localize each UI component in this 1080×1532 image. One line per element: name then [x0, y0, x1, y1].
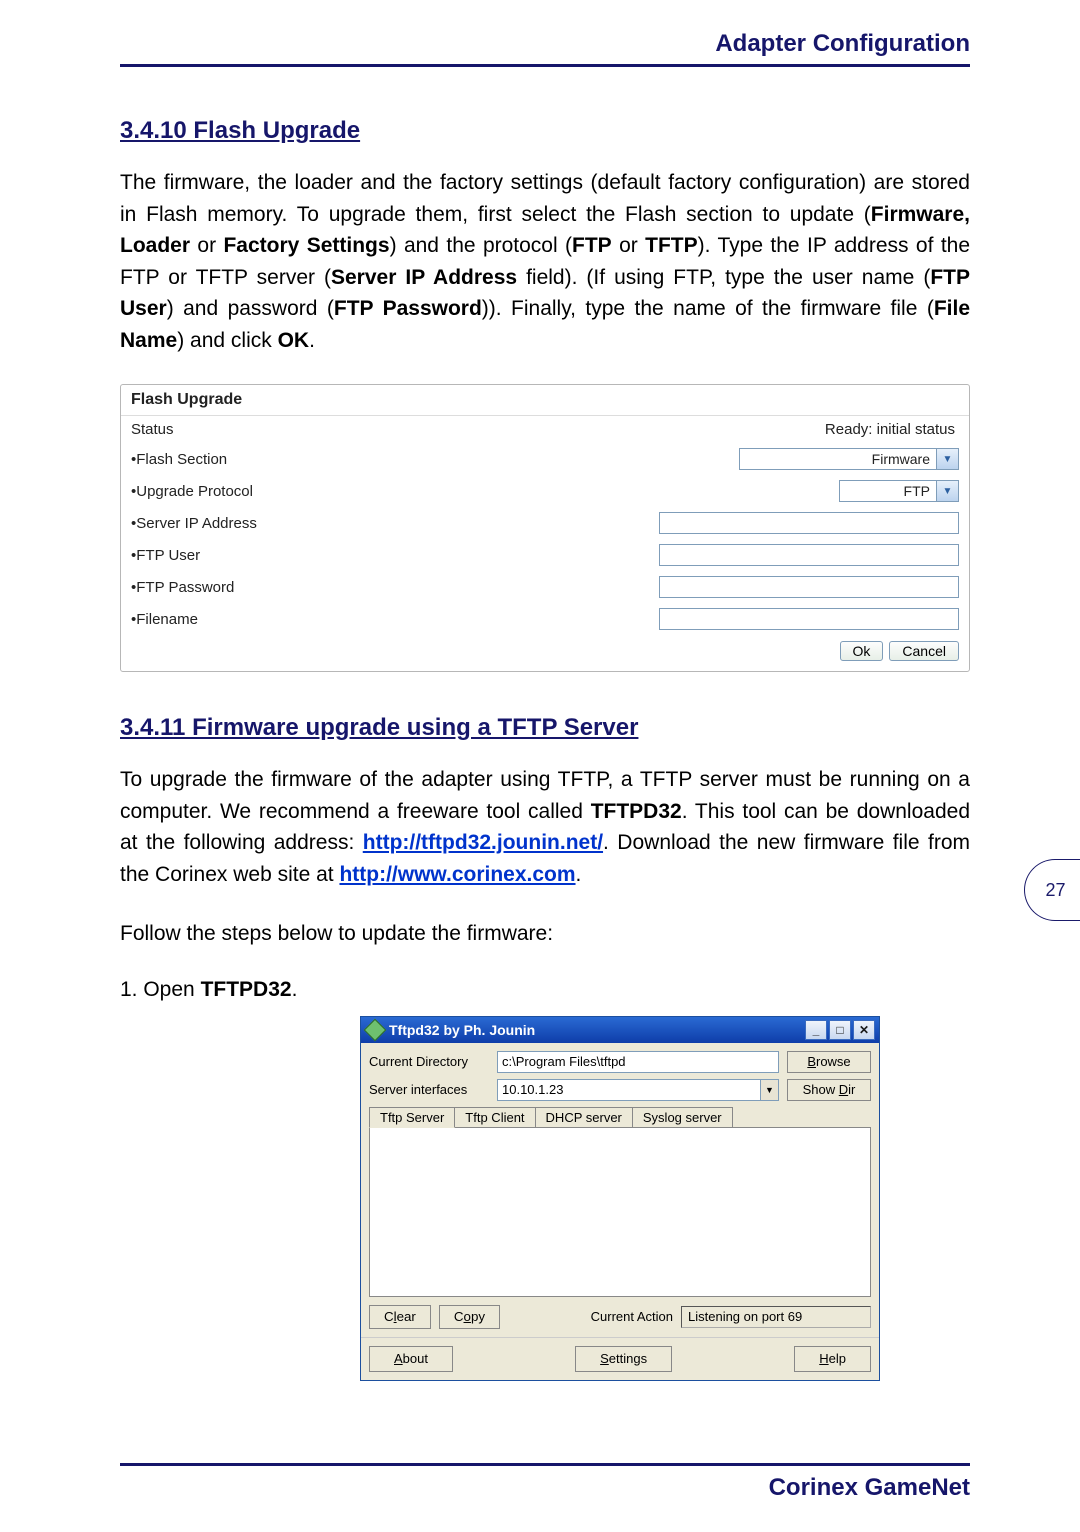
label-server-interfaces: Server interfaces: [369, 1082, 489, 1097]
chevron-down-icon: ▼: [936, 449, 958, 469]
about-button[interactable]: About: [369, 1346, 453, 1372]
chevron-down-icon: ▼: [760, 1080, 778, 1100]
cancel-button[interactable]: Cancel: [889, 641, 959, 661]
row-ftp-user: •FTP User: [121, 539, 969, 571]
minimize-button[interactable]: _: [805, 1020, 827, 1040]
label-current-action: Current Action: [591, 1309, 673, 1324]
filename-input[interactable]: [659, 608, 959, 630]
row-upgrade-protocol: •Upgrade Protocol FTP ▼: [121, 475, 969, 507]
maximize-button[interactable]: □: [829, 1020, 851, 1040]
browse-button[interactable]: Browse: [787, 1051, 871, 1073]
tab-tftp-client[interactable]: Tftp Client: [454, 1107, 535, 1127]
label-ftp-user: •FTP User: [131, 547, 200, 564]
value-status: Ready: initial status: [174, 421, 959, 438]
clear-button[interactable]: Clear: [369, 1305, 431, 1329]
label-upgrade-protocol: •Upgrade Protocol: [131, 483, 253, 500]
tab-syslog-server[interactable]: Syslog server: [632, 1107, 733, 1127]
flash-section-select[interactable]: Firmware ▼: [739, 448, 959, 470]
ok-button[interactable]: Ok: [840, 641, 884, 661]
section-heading-tftp: 3.4.11 Firmware upgrade using a TFTP Ser…: [120, 714, 970, 742]
server-interfaces-select[interactable]: 10.10.1.23 ▼: [497, 1079, 779, 1101]
chevron-down-icon: ▼: [936, 481, 958, 501]
label-status: Status: [131, 421, 174, 438]
help-button[interactable]: Help: [794, 1346, 871, 1372]
window-title: Tftpd32 by Ph. Jounin: [389, 1022, 803, 1038]
tab-dhcp-server[interactable]: DHCP server: [535, 1107, 633, 1127]
label-server-ip: •Server IP Address: [131, 515, 257, 532]
flash-section-value: Firmware: [740, 451, 936, 467]
upgrade-protocol-value: FTP: [840, 483, 936, 499]
ftp-password-input[interactable]: [659, 576, 959, 598]
step-1: 1. Open TFTPD32.: [120, 978, 970, 1002]
tabstrip: Tftp Server Tftp Client DHCP server Sysl…: [369, 1107, 871, 1127]
upgrade-protocol-select[interactable]: FTP ▼: [839, 480, 959, 502]
copy-button[interactable]: Copy: [439, 1305, 500, 1329]
row-filename: •Filename: [121, 603, 969, 635]
current-action-field: Listening on port 69: [681, 1306, 871, 1328]
show-dir-button[interactable]: Show Dir: [787, 1079, 871, 1101]
link-tftpd32[interactable]: http://tftpd32.jounin.net/: [363, 831, 603, 854]
flash-panel-title: Flash Upgrade: [121, 385, 969, 416]
tftpd32-screenshot: Tftpd32 by Ph. Jounin _ □ ✕ Current Dire…: [120, 1016, 970, 1381]
label-current-directory: Current Directory: [369, 1054, 489, 1069]
label-filename: •Filename: [131, 611, 198, 628]
server-ip-input[interactable]: [659, 512, 959, 534]
row-server-ip: •Server IP Address: [121, 507, 969, 539]
tftpd32-titlebar: Tftpd32 by Ph. Jounin _ □ ✕: [361, 1017, 879, 1043]
paragraph-tftp-intro: To upgrade the firmware of the adapter u…: [120, 764, 970, 890]
header-title: Adapter Configuration: [715, 30, 970, 57]
row-flash-section: •Flash Section Firmware ▼: [121, 443, 969, 475]
flash-upgrade-panel: Flash Upgrade Status Ready: initial stat…: [120, 384, 970, 672]
link-corinex[interactable]: http://www.corinex.com: [339, 863, 575, 886]
tftpd32-window: Tftpd32 by Ph. Jounin _ □ ✕ Current Dire…: [360, 1016, 880, 1381]
header-bar: Adapter Configuration: [120, 30, 970, 67]
paragraph-follow-steps: Follow the steps below to update the fir…: [120, 918, 970, 950]
current-directory-input[interactable]: c:\Program Files\tftpd: [497, 1051, 779, 1073]
footer-brand: Corinex GameNet: [769, 1474, 970, 1501]
settings-button[interactable]: Settings: [575, 1346, 672, 1372]
close-button[interactable]: ✕: [853, 1020, 875, 1040]
ftp-user-input[interactable]: [659, 544, 959, 566]
tab-tftp-server[interactable]: Tftp Server: [369, 1107, 455, 1128]
section-heading-flash-upgrade: 3.4.10 Flash Upgrade: [120, 117, 970, 145]
app-icon: [364, 1018, 387, 1041]
footer: Corinex GameNet: [120, 1463, 970, 1502]
row-status: Status Ready: initial status: [121, 416, 969, 443]
tab-pane: [369, 1127, 871, 1297]
paragraph-flash-upgrade: The firmware, the loader and the factory…: [120, 167, 970, 356]
label-flash-section: •Flash Section: [131, 451, 227, 468]
label-ftp-password: •FTP Password: [131, 579, 234, 596]
row-ftp-password: •FTP Password: [121, 571, 969, 603]
page-number-badge: 27: [1024, 859, 1080, 921]
